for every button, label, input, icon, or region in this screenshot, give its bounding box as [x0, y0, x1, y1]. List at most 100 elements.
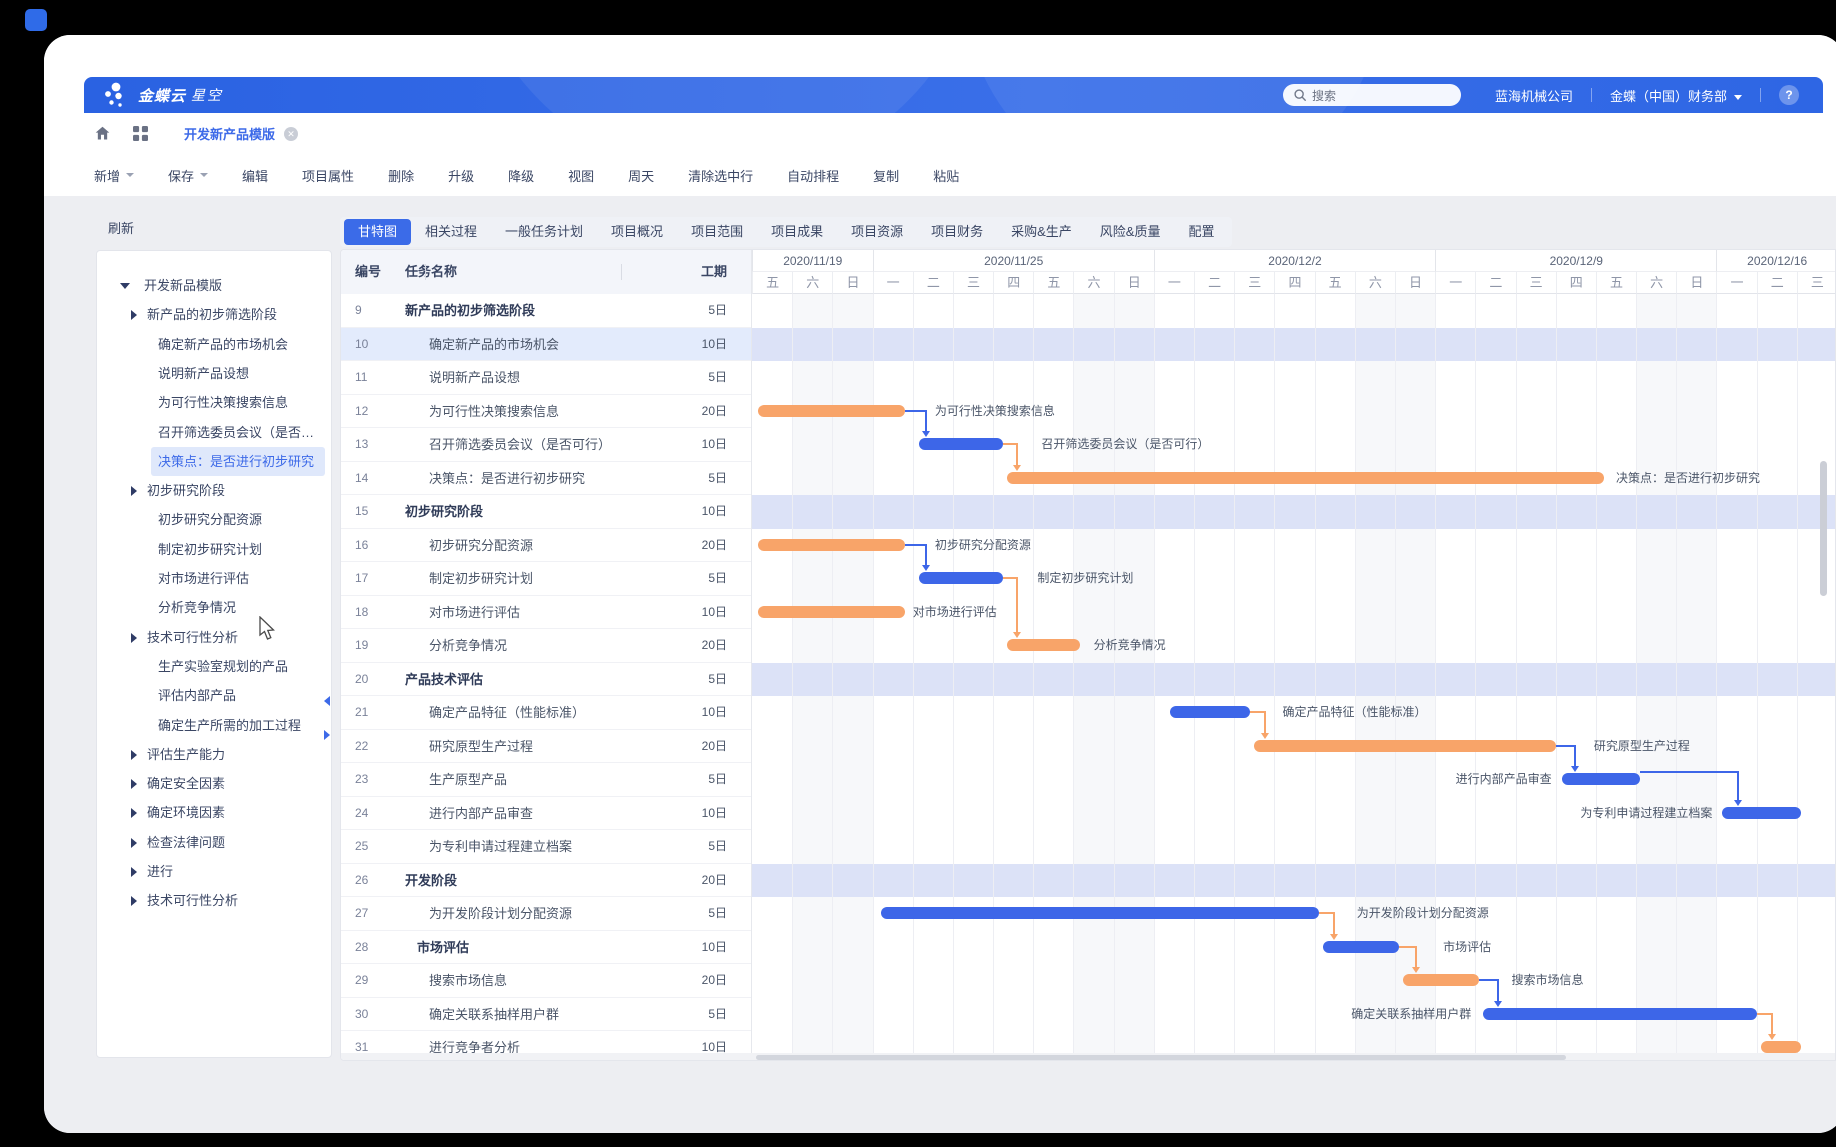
tree-expand-icon[interactable] — [131, 632, 137, 643]
tree-item-开发新品模版[interactable]: 开发新品模版 — [97, 271, 331, 300]
table-row-14[interactable]: 14 决策点：是否进行初步研究 5日 — [341, 462, 751, 495]
tree-item-评估内部产品[interactable]: 评估内部产品 — [97, 681, 331, 710]
gantt-bar-12[interactable] — [758, 404, 905, 417]
close-icon[interactable]: ✕ — [284, 126, 299, 141]
view-tab-项目成果[interactable]: 项目成果 — [757, 219, 837, 245]
table-row-12[interactable]: 12 为可行性决策搜索信息 20日 — [341, 395, 751, 428]
tree-item-制定初步研究计划[interactable]: 制定初步研究计划 — [97, 535, 331, 564]
toolbar-button-视图[interactable]: 视图 — [568, 166, 594, 185]
view-tab-采购&生产[interactable]: 采购&生产 — [997, 219, 1086, 245]
document-tab[interactable]: 开发新产品模版 ✕ — [184, 124, 299, 143]
tree-item-决策点：是否进行初步研究[interactable]: 决策点：是否进行初步研究 — [97, 446, 331, 476]
table-row-26[interactable]: 26 开发阶段 20日 — [341, 864, 751, 897]
toolbar-button-复制[interactable]: 复制 — [873, 166, 899, 185]
tree-expand-icon[interactable] — [131, 310, 137, 321]
view-tab-一般任务计划[interactable]: 一般任务计划 — [491, 219, 597, 245]
table-row-17[interactable]: 17 制定初步研究计划 5日 — [341, 562, 751, 596]
gantt-bar-31[interactable] — [1760, 1041, 1801, 1053]
table-row-13[interactable]: 13 召开筛选委员会议（是否可行） 10日 — [341, 428, 751, 462]
tree-item-确定环境因素[interactable]: 确定环境因素 — [97, 798, 331, 827]
tree-expand-icon[interactable] — [131, 749, 137, 760]
tree-expand-icon[interactable] — [131, 808, 137, 819]
gantt-bar-18[interactable] — [758, 605, 905, 618]
tree-item-确定安全因素[interactable]: 确定安全因素 — [97, 769, 331, 798]
tree-item-分析竞争情况[interactable]: 分析竞争情况 — [97, 593, 331, 622]
gantt-bar-19[interactable] — [1007, 639, 1080, 651]
table-row-28[interactable]: 28 市场评估 10日 — [341, 931, 751, 964]
view-tab-甘特图[interactable]: 甘特图 — [344, 219, 412, 245]
collapse-left-icon[interactable] — [324, 696, 330, 706]
table-row-20[interactable]: 20 产品技术评估 5日 — [341, 663, 751, 696]
tree-item-新产品的初步筛选阶段[interactable]: 新产品的初步筛选阶段 — [97, 300, 331, 329]
gantt-bar-27[interactable] — [880, 907, 1319, 919]
tree-item-评估生产能力[interactable]: 评估生产能力 — [97, 740, 331, 769]
table-row-23[interactable]: 23 生产原型产品 5日 — [341, 763, 751, 797]
tree-item-初步研究分配资源[interactable]: 初步研究分配资源 — [97, 505, 331, 534]
gantt-bar-28[interactable] — [1322, 940, 1399, 953]
tree-item-确定生产所需的加工过程[interactable]: 确定生产所需的加工过程 — [97, 711, 331, 740]
tree-expand-icon[interactable] — [131, 779, 137, 790]
gantt-bar-30[interactable] — [1483, 1007, 1757, 1020]
tree-expand-icon[interactable] — [131, 837, 137, 848]
toolbar-button-项目属性[interactable]: 项目属性 — [302, 166, 354, 185]
table-row-25[interactable]: 25 为专利申请过程建立档案 5日 — [341, 830, 751, 864]
tree-item-进行[interactable]: 进行 — [97, 857, 331, 886]
gantt-bar-29[interactable] — [1403, 974, 1480, 986]
tree-item-为可行性决策搜索信息[interactable]: 为可行性决策搜索信息 — [97, 388, 331, 417]
refresh-button[interactable]: 刷新 — [108, 218, 134, 237]
tree-item-召开筛选委员会议（是否…[interactable]: 召开筛选委员会议（是否… — [97, 418, 331, 447]
tree-item-说明新产品设想[interactable]: 说明新产品设想 — [97, 359, 331, 388]
column-divider[interactable] — [621, 264, 622, 280]
tree-item-技术可行性分析[interactable]: 技术可行性分析 — [97, 623, 331, 652]
expand-right-icon[interactable] — [324, 730, 330, 740]
table-row-31[interactable]: 31 进行竞争者分析 10日 — [341, 1031, 751, 1053]
gantt-bar-24[interactable] — [1722, 806, 1801, 819]
table-row-10[interactable]: 10 确定新产品的市场机会 10日 — [341, 327, 751, 361]
gantt-bar-23[interactable] — [1561, 773, 1641, 785]
tree-item-技术可行性分析[interactable]: 技术可行性分析 — [97, 886, 331, 915]
view-tab-项目资源[interactable]: 项目资源 — [837, 219, 917, 245]
tree-collapse-icon[interactable] — [120, 283, 130, 289]
table-row-24[interactable]: 24 进行内部产品审查 10日 — [341, 797, 751, 830]
horizontal-scrollbar-thumb[interactable] — [756, 1055, 1566, 1060]
user-menu[interactable]: 金蝶（中国）财务部 — [1610, 86, 1742, 105]
column-divider[interactable] — [425, 264, 426, 280]
tree-expand-icon[interactable] — [131, 867, 137, 877]
toolbar-button-降级[interactable]: 降级 — [508, 166, 534, 185]
table-row-29[interactable]: 29 搜索市场信息 20日 — [341, 964, 751, 998]
view-tab-相关过程[interactable]: 相关过程 — [411, 219, 491, 245]
tree-item-初步研究阶段[interactable]: 初步研究阶段 — [97, 476, 331, 505]
table-row-18[interactable]: 18 对市场进行评估 10日 — [341, 596, 751, 629]
tree-item-生产实验室规划的产品[interactable]: 生产实验室规划的产品 — [97, 652, 331, 681]
table-row-21[interactable]: 21 确定产品特征（性能标准） 10日 — [341, 696, 751, 730]
gantt-bar-22[interactable] — [1254, 739, 1556, 752]
search-input[interactable]: 搜索 — [1282, 84, 1461, 106]
table-row-16[interactable]: 16 初步研究分配资源 20日 — [341, 529, 751, 562]
tree-item-检查法律问题[interactable]: 检查法律问题 — [97, 828, 331, 857]
gantt-bar-16[interactable] — [758, 538, 905, 551]
view-tab-风险&质量[interactable]: 风险&质量 — [1086, 219, 1175, 245]
table-row-9[interactable]: 9 新产品的初步筛选阶段 5日 — [341, 294, 751, 328]
vertical-scrollbar-thumb[interactable] — [1820, 461, 1827, 596]
gantt-bar-13[interactable] — [918, 438, 1004, 450]
table-row-30[interactable]: 30 确定关联系抽样用户群 5日 — [341, 998, 751, 1031]
table-row-19[interactable]: 19 分析竞争情况 20日 — [341, 629, 751, 663]
toolbar-button-自动排程[interactable]: 自动排程 — [787, 166, 839, 185]
toolbar-button-保存[interactable]: 保存 — [168, 166, 209, 185]
view-tab-项目概况[interactable]: 项目概况 — [597, 219, 677, 245]
view-tab-项目范围[interactable]: 项目范围 — [677, 219, 757, 245]
toolbar-button-粘贴[interactable]: 粘贴 — [933, 166, 959, 185]
view-tab-配置[interactable]: 配置 — [1174, 219, 1228, 245]
table-row-11[interactable]: 11 说明新产品设想 5日 — [341, 361, 751, 395]
gantt-bar-17[interactable] — [918, 572, 1004, 584]
toolbar-button-新增[interactable]: 新增 — [94, 166, 135, 185]
tree-item-对市场进行评估[interactable]: 对市场进行评估 — [97, 564, 331, 593]
toolbar-button-周天[interactable]: 周天 — [628, 166, 654, 185]
table-row-22[interactable]: 22 研究原型生产过程 20日 — [341, 730, 751, 763]
toolbar-button-编辑[interactable]: 编辑 — [242, 166, 268, 185]
tree-expand-icon[interactable] — [131, 896, 137, 907]
table-row-15[interactable]: 15 初步研究阶段 10日 — [341, 495, 751, 529]
help-icon[interactable]: ? — [1779, 85, 1799, 105]
toolbar-button-清除选中行[interactable]: 清除选中行 — [688, 166, 753, 185]
apps-grid-icon[interactable] — [133, 126, 148, 141]
